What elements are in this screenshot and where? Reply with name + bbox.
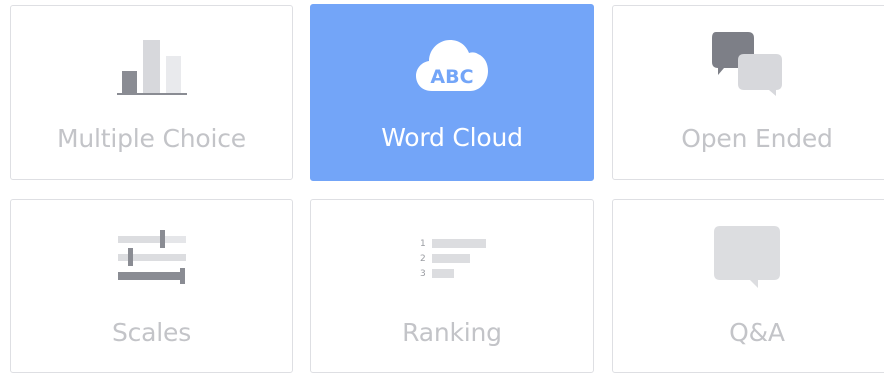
tile-word-cloud[interactable]: ABC Word Cloud xyxy=(310,4,594,181)
rank-number: 1 xyxy=(420,239,426,249)
tile-label: Open Ended xyxy=(681,124,833,153)
speech-bubbles-icon xyxy=(712,32,782,96)
qa-bubble-icon xyxy=(714,226,780,288)
tile-label: Ranking xyxy=(402,318,502,347)
rank-number: 2 xyxy=(420,254,426,264)
tile-ranking[interactable]: 1 2 3 Ranking xyxy=(310,199,594,373)
bar-chart-icon xyxy=(116,40,187,95)
question-type-grid: Multiple Choice ABC Word Cloud Open Ende… xyxy=(0,0,884,374)
rank-number: 3 xyxy=(420,269,426,279)
cloud-abc-icon: ABC xyxy=(416,40,488,91)
tile-label: Scales xyxy=(111,318,192,347)
scales-sliders-icon xyxy=(117,230,186,284)
ranking-list-icon: 1 2 3 xyxy=(420,239,486,279)
tile-label: Multiple Choice xyxy=(57,124,246,153)
tile-open-ended[interactable]: Open Ended xyxy=(612,5,884,180)
tile-multiple-choice[interactable]: Multiple Choice xyxy=(10,5,293,180)
tile-label: Q&A xyxy=(729,318,785,347)
tile-scales[interactable]: Scales xyxy=(10,199,293,373)
tile-qa[interactable]: Q&A xyxy=(612,199,884,373)
cloud-text: ABC xyxy=(430,66,473,88)
tile-label: Word Cloud xyxy=(381,123,523,152)
